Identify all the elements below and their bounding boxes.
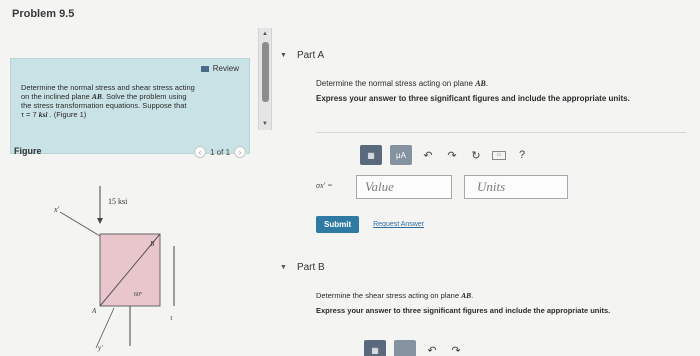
prev-figure-button[interactable]: ‹ bbox=[194, 146, 206, 158]
problem-panel: Review Determine the normal stress and s… bbox=[0, 28, 258, 356]
scroll-up-icon[interactable]: ▲ bbox=[262, 31, 268, 37]
problem-line-2: on the inclined plane AB. Solve the prob… bbox=[21, 92, 243, 101]
next-figure-button[interactable]: › bbox=[234, 146, 247, 158]
sigma-x-prime-label: σx' = bbox=[316, 181, 333, 190]
part-b-question-tail: . bbox=[471, 291, 474, 300]
x-prime-axis bbox=[59, 211, 101, 237]
angle-label: 60° bbox=[134, 291, 143, 298]
stress-label: 15 ksi bbox=[108, 197, 128, 206]
keyboard-icon[interactable]: ▭ bbox=[492, 150, 506, 160]
part-b-header[interactable]: ▼ Part B bbox=[280, 262, 700, 273]
reset-icon[interactable]: ↻ bbox=[468, 149, 484, 162]
problem-text: Determine the normal stress and shear st… bbox=[21, 83, 243, 119]
figure-pager: ‹ 1 of 1 › bbox=[194, 146, 247, 158]
part-a-question: Determine the normal stress acting on pl… bbox=[316, 79, 700, 88]
part-b-toolbar: ▦ ↶ ↷ bbox=[364, 340, 464, 356]
problem-line-1: Determine the normal stress and shear st… bbox=[21, 83, 195, 92]
problem-line-4: τ = 7 ksi . (Figure 1) bbox=[21, 110, 243, 119]
plane-ab-label: AB bbox=[91, 92, 102, 101]
template-button[interactable]: ▦ bbox=[360, 145, 382, 165]
point-a-label: A bbox=[91, 307, 97, 315]
part-b-redo-icon[interactable]: ↷ bbox=[448, 344, 464, 356]
part-a-title: Part A bbox=[296, 50, 325, 61]
problem-line-3: the stress transformation equations. Sup… bbox=[21, 101, 187, 110]
y-prime-label: y' bbox=[97, 344, 103, 352]
pager-text: 1 of 1 bbox=[210, 147, 231, 157]
tau-value: τ = 7 bbox=[21, 110, 39, 119]
help-icon[interactable]: ? bbox=[514, 149, 530, 161]
x-prime-label: x' bbox=[53, 205, 60, 214]
tau-unit: ksi bbox=[38, 110, 48, 119]
part-a-plane-label: AB bbox=[475, 79, 486, 88]
part-a-question-text: Determine the normal stress acting on pl… bbox=[316, 79, 476, 88]
problem-line-2-tail: . Solve the problem using bbox=[101, 92, 187, 101]
submit-button[interactable]: Submit bbox=[316, 216, 360, 233]
review-link[interactable]: Review bbox=[200, 64, 239, 73]
part-b-units-button[interactable] bbox=[394, 340, 416, 356]
collapse-triangle-icon[interactable]: ▼ bbox=[280, 264, 287, 271]
problem-line-2-text: on the inclined plane bbox=[21, 92, 92, 101]
problem-statement-box: Review Determine the normal stress and s… bbox=[10, 58, 250, 154]
redo-icon[interactable]: ↷ bbox=[444, 149, 460, 162]
point-b-label: B bbox=[150, 240, 155, 248]
answer-toolbar: ▦ μA ↶ ↷ ↻ ▭ ? bbox=[360, 145, 530, 165]
part-b-template-button[interactable]: ▦ bbox=[364, 340, 386, 356]
part-a-instruction: Express your answer to three significant… bbox=[316, 94, 630, 103]
part-b-question-text: Determine the shear stress acting on pla… bbox=[316, 291, 462, 300]
part-b-title: Part B bbox=[296, 262, 325, 273]
figure-heading: Figure bbox=[14, 146, 42, 156]
part-a-question-tail: . bbox=[485, 79, 489, 88]
part-b-question: Determine the shear stress acting on pla… bbox=[316, 291, 700, 300]
units-button[interactable]: μA bbox=[390, 145, 412, 165]
stress-element-figure: 15 ksi x' B A 60° τ y' bbox=[53, 186, 175, 352]
figure-link[interactable]: . (Figure 1) bbox=[48, 110, 87, 119]
part-b-undo-icon[interactable]: ↶ bbox=[424, 344, 440, 356]
scroll-down-icon[interactable]: ▼ bbox=[262, 121, 268, 127]
part-a-header[interactable]: ▼ Part A bbox=[280, 50, 700, 61]
part-b-instruction: Express your answer to three significant… bbox=[316, 306, 611, 315]
request-answer-link[interactable]: Request Answer bbox=[373, 221, 424, 228]
submit-row: Submit Request Answer bbox=[316, 216, 424, 233]
undo-icon[interactable]: ↶ bbox=[420, 149, 436, 162]
answer-entry-area: ▦ μA ↶ ↷ ↻ ▭ ? σx' = Value Units bbox=[316, 132, 686, 228]
units-input[interactable]: Units bbox=[464, 175, 568, 199]
scroll-thumb[interactable] bbox=[262, 42, 269, 102]
part-a-section: ▼ Part A Determine the normal stress act… bbox=[280, 50, 700, 199]
panel-scrollbar[interactable]: ▲ ▼ bbox=[258, 28, 272, 130]
tau-symbol: τ bbox=[170, 314, 173, 322]
collapse-triangle-icon[interactable]: ▼ bbox=[280, 52, 287, 59]
arrow-head bbox=[97, 218, 103, 224]
y-prime-axis bbox=[95, 307, 115, 349]
value-input[interactable]: Value bbox=[356, 175, 452, 199]
book-icon bbox=[200, 65, 209, 72]
problem-title: Problem 9.5 bbox=[12, 8, 75, 20]
review-label: Review bbox=[212, 64, 239, 73]
part-b-plane-label: AB bbox=[461, 291, 472, 300]
part-b-section: ▼ Part B Determine the shear stress acti… bbox=[280, 262, 700, 315]
